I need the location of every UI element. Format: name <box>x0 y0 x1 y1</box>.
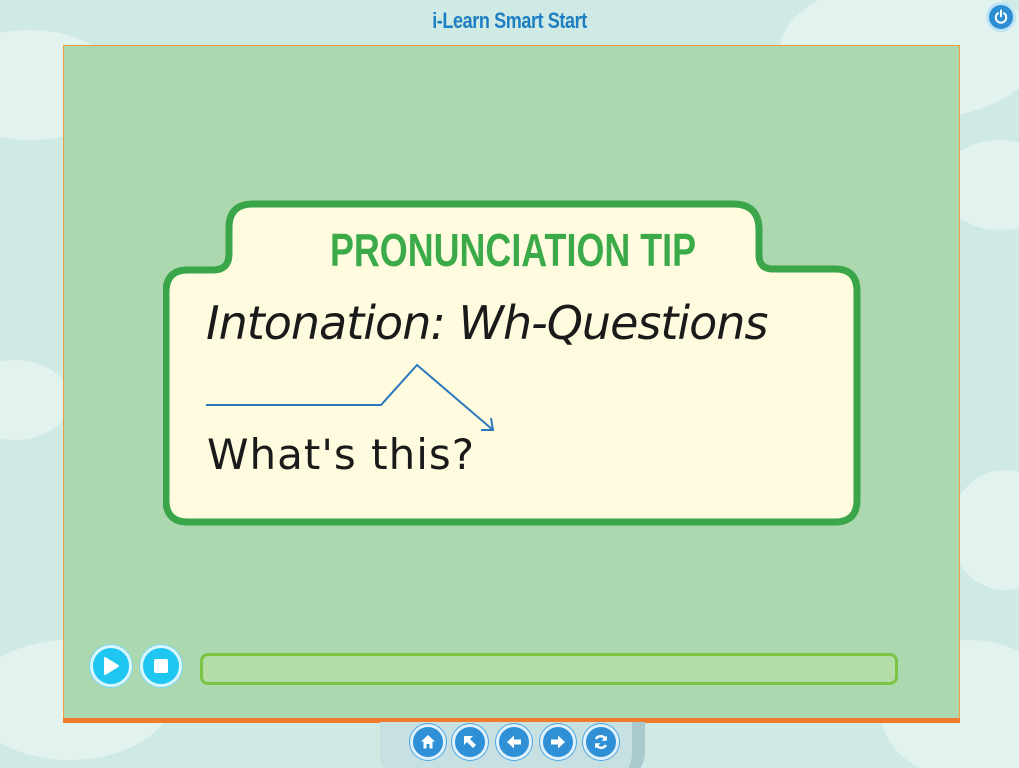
tip-heading: PRONUNCIATION TIP <box>329 224 697 276</box>
refresh-button[interactable] <box>583 724 619 760</box>
refresh-icon <box>594 735 608 749</box>
cloud-decoration <box>0 360 70 440</box>
tip-subtitle: Intonation: Wh-Questions <box>206 296 768 350</box>
pronunciation-tip-card: PRONUNCIATION TIP Intonation: Wh-Questio… <box>163 200 863 530</box>
cloud-decoration <box>950 470 1019 590</box>
app-title: i-Learn Smart Start <box>432 8 587 33</box>
stop-icon <box>154 659 168 673</box>
arrow-up-left-icon <box>464 736 476 748</box>
back-to-menu-button[interactable] <box>452 724 488 760</box>
previous-button[interactable] <box>496 724 532 760</box>
tip-example-sentence: What's this? <box>207 430 476 479</box>
next-button[interactable] <box>540 724 576 760</box>
power-button[interactable] <box>986 2 1016 32</box>
power-icon <box>994 9 1008 24</box>
arrow-right-icon <box>551 735 565 749</box>
arrow-left-icon <box>507 735 521 749</box>
stop-button[interactable] <box>140 645 182 687</box>
audio-progress-bar[interactable] <box>200 653 898 685</box>
play-button[interactable] <box>90 645 132 687</box>
play-icon <box>104 657 119 675</box>
intonation-arrow <box>206 363 495 431</box>
home-icon <box>421 735 435 749</box>
home-button[interactable] <box>410 724 446 760</box>
